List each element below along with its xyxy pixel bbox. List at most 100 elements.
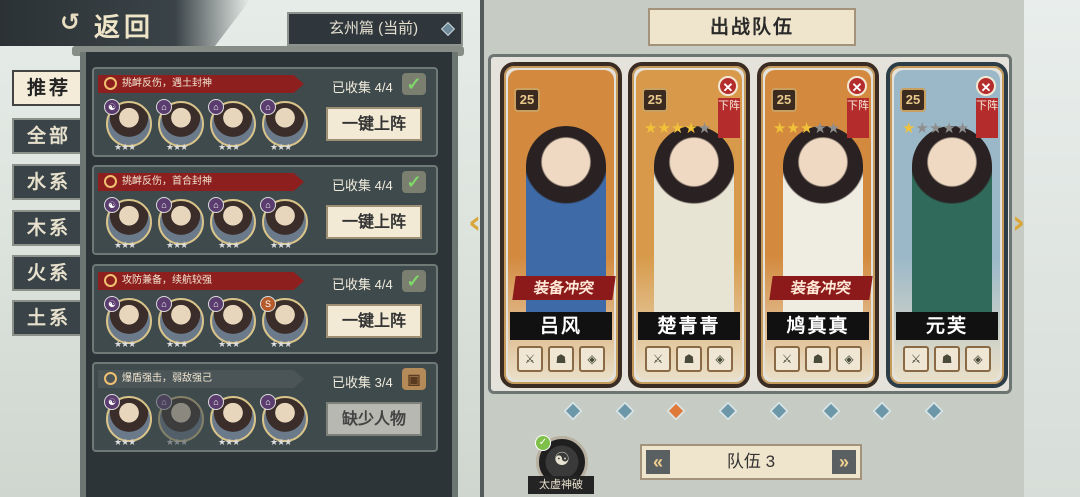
tab-1[interactable]: 全部	[12, 118, 86, 154]
close-icon[interactable]: ✕	[847, 76, 867, 96]
deploy-all-button[interactable]: 一键上阵	[326, 304, 422, 338]
lineup-tag-text: 攻防兼备，续航较强	[122, 275, 212, 286]
lineup-tag: 挑衅反伤，遇土封神	[98, 75, 304, 93]
element-icon: ⌂	[260, 197, 276, 213]
hero-avatar[interactable]: ☯ ★★★	[104, 394, 152, 447]
equipment-icon[interactable]: ☗	[805, 346, 831, 372]
deploy-all-button[interactable]: 一键上阵	[326, 205, 422, 239]
conflict-badge: 装备冲突	[512, 276, 616, 300]
check-icon: ✓	[402, 270, 426, 292]
recommendation-row: 攻防兼备，续航较强 已收集 4/4 ✓ ☯ ★★★ ⌂ ★★★ ⌂ ★★★ S ★★★ 一键上阵	[92, 264, 438, 354]
level-badge: 25	[771, 88, 797, 112]
hero-avatar[interactable]: ⌂ ★★★	[208, 99, 256, 152]
hero-avatar[interactable]: ⌂ ★★★	[260, 99, 308, 152]
hero-avatar[interactable]: ⌂ ★★★	[208, 197, 256, 250]
skill-label: 太虚神破	[528, 476, 594, 494]
equipment-icon[interactable]: ⚔	[645, 346, 671, 372]
lineup-tag: 挑衅反伤，首合封神	[98, 173, 304, 191]
collected-count: 已收集 4/4	[332, 277, 393, 292]
equipment-icon[interactable]: ☗	[934, 346, 960, 372]
back-button[interactable]: 返回	[94, 7, 154, 44]
element-icon: S	[260, 296, 276, 312]
lineup-tag: 爆盾强击，弱敌强己	[98, 370, 304, 388]
star-rating: ★★★★★	[773, 120, 841, 137]
remove-button[interactable]: 下阵	[976, 98, 998, 138]
deploy-all-button[interactable]: 一键上阵	[326, 107, 422, 141]
back-arrow-icon[interactable]: ↺	[54, 8, 86, 36]
equipment-icon[interactable]: ◈	[579, 346, 605, 372]
star-rating: ★★★	[166, 240, 188, 250]
team-prev-button[interactable]: «	[646, 450, 670, 474]
collected-count: 已收集 4/4	[332, 178, 393, 193]
hero-name: 元芙	[896, 312, 998, 340]
element-icon: ⌂	[260, 99, 276, 115]
star-rating: ★★★	[166, 339, 188, 349]
hero-avatar[interactable]: ☯ ★★★	[104, 99, 152, 152]
recommendation-row: 挑衅反伤，首合封神 已收集 4/4 ✓ ☯ ★★★ ⌂ ★★★ ⌂ ★★★ ⌂ ★★★ 一键上阵	[92, 165, 438, 255]
hero-card[interactable]: 25 ★★★★★ ✕下阵装备冲突鸠真真 ⚔☗◈	[757, 62, 879, 388]
star-rating: ★★★	[166, 437, 188, 447]
remove-button[interactable]: 下阵	[718, 98, 740, 138]
equipment-icon[interactable]: ⚔	[517, 346, 543, 372]
element-icon: ⌂	[208, 394, 224, 410]
level-badge: 25	[900, 88, 926, 112]
hero-avatar[interactable]: ⌂ ★★★	[156, 394, 204, 447]
hero-avatar[interactable]: ⌂ ★★★	[260, 197, 308, 250]
collected-count: 已收集 3/4	[332, 375, 393, 390]
chapter-selector[interactable]: 玄州篇 (当前)	[287, 12, 463, 46]
team-next-button[interactable]: »	[832, 450, 856, 474]
lineup-tag-text: 爆盾强击，弱敌强己	[122, 373, 212, 384]
tab-4[interactable]: 火系	[12, 255, 86, 291]
conflict-badge: 装备冲突	[769, 276, 873, 300]
hero-avatar[interactable]: ⌂ ★★★	[156, 296, 204, 349]
collected-count: 已收集 4/4	[332, 80, 393, 95]
hero-avatar[interactable]: ⌂ ★★★	[156, 99, 204, 152]
lineup-tag: 攻防兼备，续航较强	[98, 272, 304, 290]
hero-card[interactable]: 25 ★★★★★ ✕ 下阵元芙 ⚔ ☗ ◈	[886, 62, 1008, 388]
tab-5[interactable]: 土系	[12, 300, 86, 336]
hero-card[interactable]: 25 装备冲突 吕风 ⚔ ☗ ◈	[500, 62, 622, 388]
element-icon: ☯	[104, 197, 120, 213]
equipment-slots: ⚔ ☗ ◈	[514, 346, 608, 372]
hero-portrait	[654, 126, 734, 326]
diamond-icon	[440, 21, 456, 37]
element-icon: ⌂	[208, 197, 224, 213]
equipment-icon[interactable]: ⚔	[774, 346, 800, 372]
recommendation-row: 爆盾强击，弱敌强己 已收集 3/4 ▣ ☯ ★★★ ⌂ ★★★ ⌂ ★★★ ⌂ ★★★ 缺少人物	[92, 362, 438, 452]
team-selector[interactable]: « 队伍 3 »	[640, 444, 862, 480]
star-rating: ★★★	[166, 142, 188, 152]
hero-avatar[interactable]: S ★★★	[260, 296, 308, 349]
hero-card[interactable]: 25 ★★★★★ ✕下阵楚青青 ⚔☗◈	[628, 62, 750, 388]
chapter-label: 玄州篇 (当前)	[329, 20, 419, 37]
tab-3[interactable]: 木系	[12, 210, 86, 246]
star-rating: ★★★	[218, 437, 240, 447]
magnifier-icon	[104, 77, 117, 90]
hero-avatar[interactable]: ⌂ ★★★	[208, 296, 256, 349]
close-icon[interactable]: ✕	[718, 76, 738, 96]
element-icon: ⌂	[208, 296, 224, 312]
element-icon: ⌂	[156, 296, 172, 312]
hero-avatar[interactable]: ☯ ★★★	[104, 197, 152, 250]
tab-2[interactable]: 水系	[12, 164, 86, 200]
background-edge	[1024, 0, 1080, 497]
hero-avatar[interactable]: ☯ ★★★	[104, 296, 152, 349]
close-icon[interactable]: ✕	[976, 76, 996, 96]
equipment-icon[interactable]: ⚔	[903, 346, 929, 372]
equipment-icon[interactable]: ◈	[965, 346, 991, 372]
hero-avatar[interactable]: ⌂ ★★★	[260, 394, 308, 447]
star-rating: ★★★	[270, 339, 292, 349]
hero-avatar[interactable]: ⌂ ★★★	[156, 197, 204, 250]
star-rating: ★★★	[270, 142, 292, 152]
element-icon: ⌂	[156, 197, 172, 213]
equipment-icon[interactable]: ◈	[707, 346, 733, 372]
equipment-icon[interactable]: ☗	[676, 346, 702, 372]
star-rating: ★★★★★	[644, 120, 712, 137]
equipment-icon[interactable]: ☗	[548, 346, 574, 372]
chevron-left-icon[interactable]: ‹	[468, 205, 486, 239]
star-rating: ★★★★★	[902, 120, 970, 137]
remove-button[interactable]: 下阵	[847, 98, 869, 138]
equipment-icon[interactable]: ◈	[836, 346, 862, 372]
level-badge: 25	[642, 88, 668, 112]
tab-0[interactable]: 推荐	[12, 70, 86, 106]
hero-avatar[interactable]: ⌂ ★★★	[208, 394, 256, 447]
